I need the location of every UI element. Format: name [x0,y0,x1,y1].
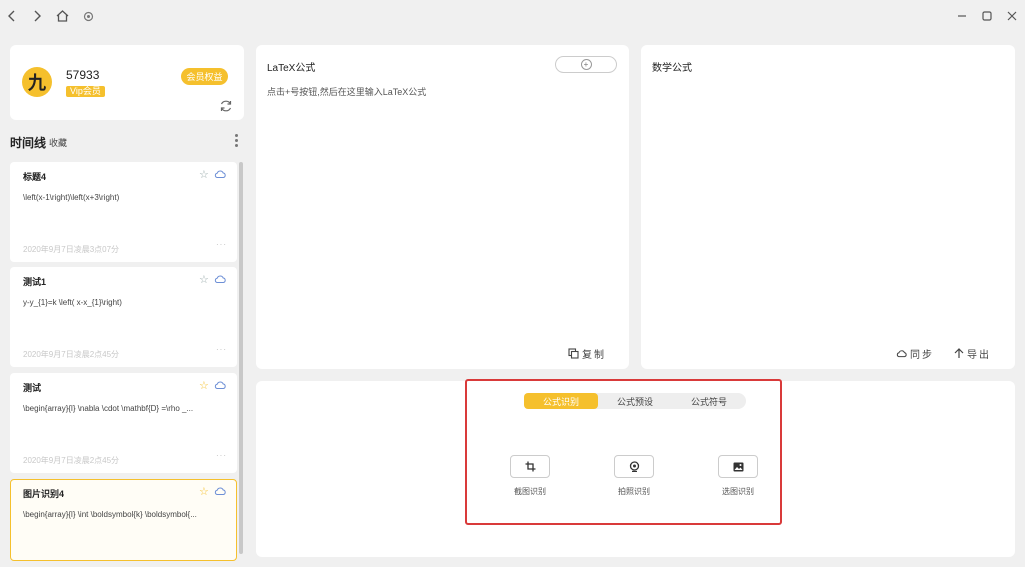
cloud-icon[interactable] [214,169,226,179]
scrollbar[interactable] [239,162,243,554]
camera-recognize-button[interactable] [614,455,654,478]
plus-icon: + [580,59,592,70]
latex-panel-title: LaTeX公式 [267,63,316,74]
maximize-icon[interactable] [977,6,997,26]
sync-label: 同步 [910,350,934,361]
item-title: 标题4 [23,172,47,182]
avatar[interactable]: 九 [22,67,52,97]
item-latex: \left(x-1\right)\left(x+3\right) [23,193,120,202]
add-formula-button[interactable]: + [555,56,617,73]
list-item[interactable]: 标题4 ☆ \left(x-1\right)\left(x+3\right) 2… [10,162,237,262]
screenshot-recognize-label: 截图识别 [514,487,546,496]
item-latex: \begin{array}{l} \int \boldsymbol{k} \bo… [23,510,197,519]
screenshot-recognize-button[interactable] [510,455,550,478]
export-label: 导出 [967,350,991,361]
copy-icon [568,348,579,359]
copy-label: 复制 [582,350,606,361]
copy-button[interactable]: 复制 [568,346,606,361]
username: 57933 [66,68,100,82]
timeline-tab[interactable]: 时间线 [10,134,46,151]
camera-recognize-label: 拍照识别 [618,487,650,496]
star-filled-icon[interactable]: ☆ [199,485,209,498]
item-latex: y-y_{1}=k \left( x-x_{1}\right) [23,298,122,307]
image-recognize-button[interactable] [718,455,758,478]
home-icon[interactable] [52,6,72,26]
star-icon[interactable]: ☆ [199,168,209,181]
close-icon[interactable] [1002,6,1022,26]
math-panel [641,45,1015,369]
minimize-icon[interactable] [952,6,972,26]
sync-button[interactable]: 同步 [896,346,934,361]
tab-formula-presets[interactable]: 公式预设 [598,393,672,409]
refresh-icon[interactable] [219,99,233,113]
image-recognize-label: 选图识别 [722,487,754,496]
cloud-icon[interactable] [214,274,226,284]
export-button[interactable]: 导出 [954,346,991,361]
more-icon[interactable]: ··· [216,451,227,460]
gear-icon[interactable] [78,6,98,26]
cloud-icon [896,350,907,358]
image-icon [733,462,743,471]
vip-badge: Vip会员 [66,86,105,97]
recognition-tabs: 公式识别 公式预设 公式符号 [524,393,746,409]
item-title: 图片识别4 [23,489,65,499]
item-title: 测试 [23,383,42,393]
cloud-icon[interactable] [214,380,226,390]
star-icon[interactable]: ☆ [199,273,209,286]
math-panel-title: 数学公式 [652,63,692,74]
more-vertical-icon[interactable] [232,133,240,149]
list-item[interactable]: 测试 ☆ \begin{array}{l} \nabla \cdot \math… [10,373,237,473]
title-bar [0,0,1025,32]
cloud-icon[interactable] [214,486,226,496]
tab-formula-recognition[interactable]: 公式识别 [524,393,598,409]
latex-input-hint[interactable]: 点击+号按钮,然后在这里输入LaTeX公式 [267,85,426,98]
item-date: 2020年9月7日凌晨2点45分 [23,456,120,465]
item-date: 2020年9月7日凌晨3点07分 [23,245,120,254]
item-date: 2020年9月7日凌晨2点45分 [23,350,120,359]
item-title: 测试1 [23,277,47,287]
member-benefits-button[interactable]: 会员权益 [181,68,228,85]
crop-icon [525,461,535,472]
chevron-left-icon[interactable] [2,6,22,26]
more-icon[interactable]: ··· [216,345,227,354]
camera-icon [629,461,639,472]
list-item[interactable]: 测试1 ☆ y-y_{1}=k \left( x-x_{1}\right) 20… [10,267,237,367]
item-latex: \begin{array}{l} \nabla \cdot \mathbf{D}… [23,404,194,413]
tab-formula-symbols[interactable]: 公式符号 [672,393,746,409]
star-filled-icon[interactable]: ☆ [199,379,209,392]
list-item-selected[interactable]: 图片识别4 ☆ \begin{array}{l} \int \boldsymbo… [10,479,237,561]
chevron-right-icon[interactable] [27,6,47,26]
favorites-tab[interactable]: 收藏 [49,136,67,149]
arrow-up-icon [954,348,964,358]
more-icon[interactable]: ··· [216,240,227,249]
